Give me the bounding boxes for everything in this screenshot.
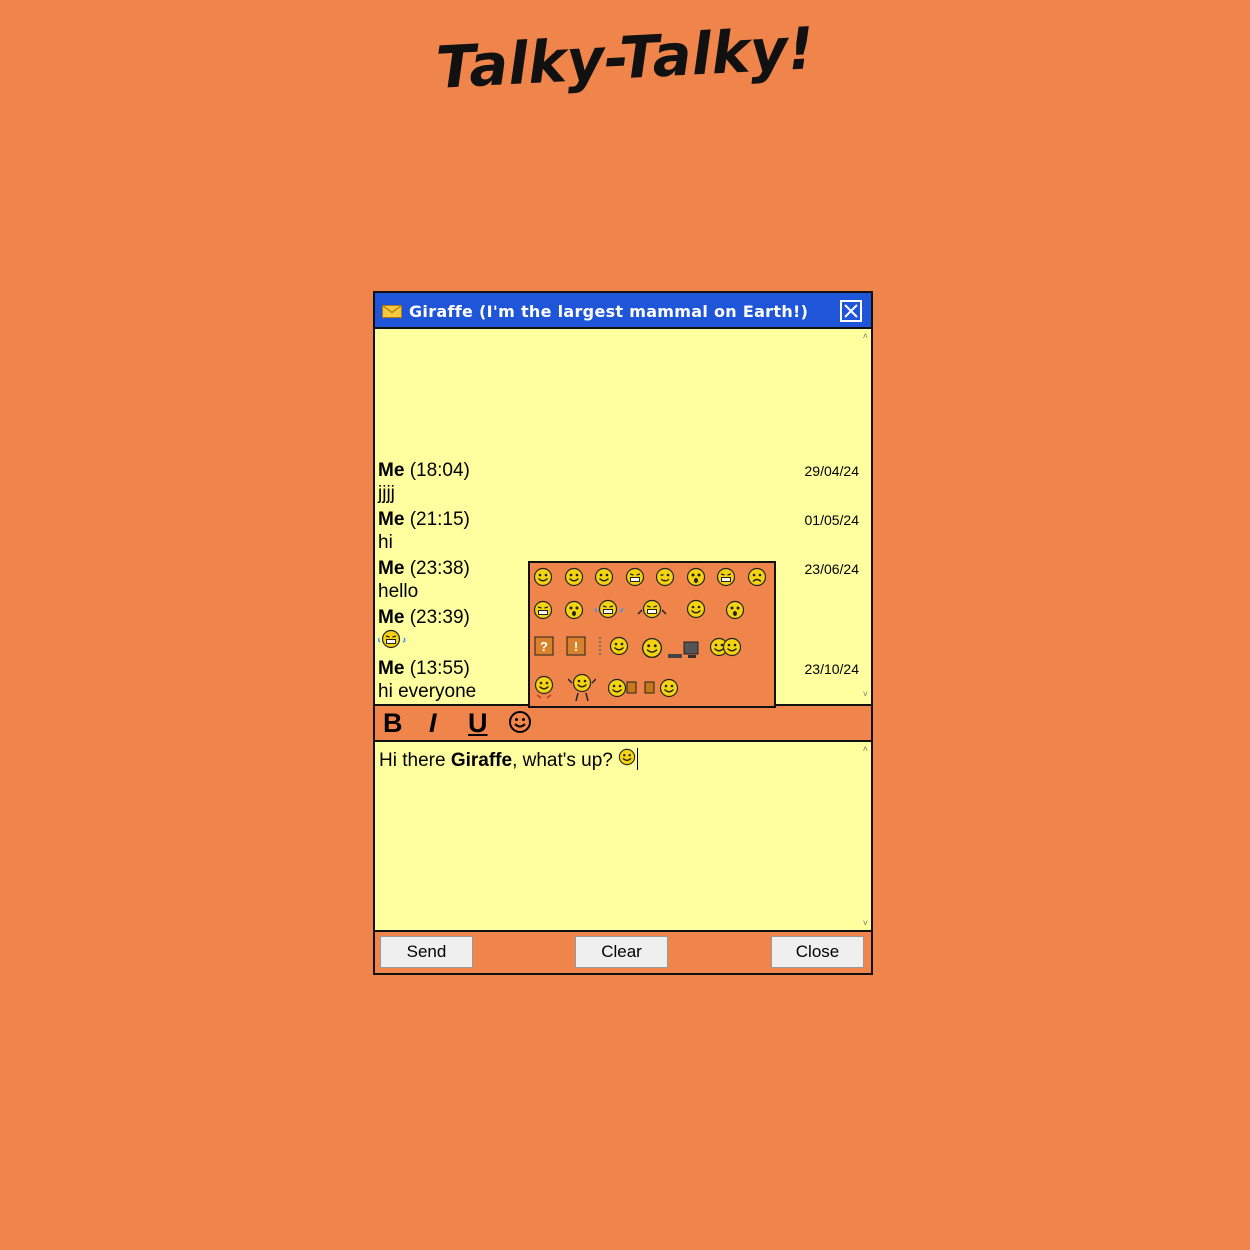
- laughing-crying-emoji[interactable]: [594, 598, 624, 620]
- message-time: (18:04): [409, 460, 470, 481]
- message-item: Me (21:15) hi: [378, 508, 470, 554]
- message-text: jjjj: [378, 483, 395, 504]
- smile-emoji[interactable]: [533, 567, 553, 587]
- envelope-icon: [382, 305, 402, 323]
- sleepy-emoji[interactable]: [598, 635, 630, 657]
- exclamation-box-emoji[interactable]: !: [566, 636, 586, 656]
- shocked-emoji[interactable]: [725, 600, 745, 620]
- svg-text:Talky-Talky!: Talky-Talky!: [435, 14, 816, 100]
- waving-emoji[interactable]: [533, 675, 555, 699]
- scroll-down-indicator[interactable]: ˅: [863, 689, 868, 699]
- tongue-emoji[interactable]: [655, 567, 675, 587]
- grin-emoji[interactable]: [564, 567, 584, 587]
- message-sender: Me: [378, 558, 405, 579]
- message-sender: Me: [378, 509, 405, 530]
- drinking-buddies-emoji[interactable]: [607, 677, 681, 699]
- message-sender: Me: [378, 460, 405, 481]
- message-date: 23/10/24: [804, 661, 860, 677]
- send-button[interactable]: Send: [380, 936, 473, 968]
- message-input-text[interactable]: Hi there Giraffe, what's up?: [379, 748, 639, 772]
- surprised-happy-emoji[interactable]: [683, 598, 709, 620]
- close-button[interactable]: Close: [771, 936, 864, 968]
- message-text: hi everyone: [378, 681, 477, 702]
- message-item: Me (13:55) hi everyone: [378, 657, 476, 703]
- sad-emoji[interactable]: [747, 567, 767, 587]
- message-time: (13:55): [409, 658, 470, 679]
- text-caret: [637, 748, 639, 770]
- bold-text: Giraffe: [450, 750, 513, 771]
- question-box-emoji[interactable]: ?: [534, 636, 554, 656]
- happy-emoji[interactable]: [594, 567, 614, 587]
- button-bar: Send Clear Close: [375, 932, 871, 973]
- big-grin-emoji[interactable]: [533, 600, 553, 620]
- teeth-emoji[interactable]: [625, 567, 645, 587]
- title-bar: Giraffe (I'm the largest mammal on Earth…: [375, 293, 871, 329]
- italic-button[interactable]: I: [429, 708, 437, 738]
- rofl-emoji[interactable]: [637, 598, 667, 620]
- scroll-up-indicator[interactable]: ˄: [863, 744, 868, 754]
- format-toolbar: B I U: [375, 704, 871, 742]
- confused-emoji[interactable]: [564, 600, 584, 620]
- message-item: Me (23:38) hello: [378, 557, 470, 603]
- message-date: 29/04/24: [804, 463, 860, 479]
- window-title: Giraffe (I'm the largest mammal on Earth…: [409, 302, 809, 321]
- message-text: hi: [378, 532, 393, 553]
- dancing-emoji[interactable]: [568, 673, 596, 703]
- svg-text:?: ?: [540, 639, 548, 654]
- app-logo: Talky-Talky!: [435, 14, 816, 100]
- message-sender: Me: [378, 607, 405, 628]
- laugh-emoji[interactable]: [716, 567, 736, 587]
- smiley-icon[interactable]: [508, 710, 532, 740]
- close-icon[interactable]: [840, 300, 862, 322]
- smile-emoji: [618, 750, 636, 771]
- computer-emoji[interactable]: [640, 634, 706, 662]
- message-time: (21:15): [409, 509, 470, 530]
- message-sender: Me: [378, 658, 405, 679]
- message-date: 01/05/24: [804, 512, 860, 528]
- message-date: 23/06/24: [804, 561, 860, 577]
- hug-emoji[interactable]: [709, 636, 743, 658]
- message-item: Me (18:04) jjjj: [378, 459, 470, 505]
- dizzy-emoji[interactable]: [686, 567, 706, 587]
- clear-button[interactable]: Clear: [575, 936, 668, 968]
- message-time: (23:38): [409, 558, 470, 579]
- svg-text:!: !: [574, 639, 578, 654]
- message-input[interactable]: ˄ Hi there Giraffe, what's up? ˅: [375, 742, 871, 932]
- laughing-crying-emoji: [377, 629, 470, 655]
- underline-button[interactable]: U: [468, 708, 488, 738]
- emoji-picker: ? !: [528, 561, 776, 708]
- message-time: (23:39): [409, 607, 470, 628]
- scroll-down-indicator[interactable]: ˅: [863, 918, 868, 928]
- scroll-up-indicator[interactable]: ˄: [863, 331, 868, 341]
- message-item: Me (23:39): [377, 606, 470, 655]
- message-text: hello: [378, 581, 419, 602]
- bold-button[interactable]: B: [383, 708, 403, 738]
